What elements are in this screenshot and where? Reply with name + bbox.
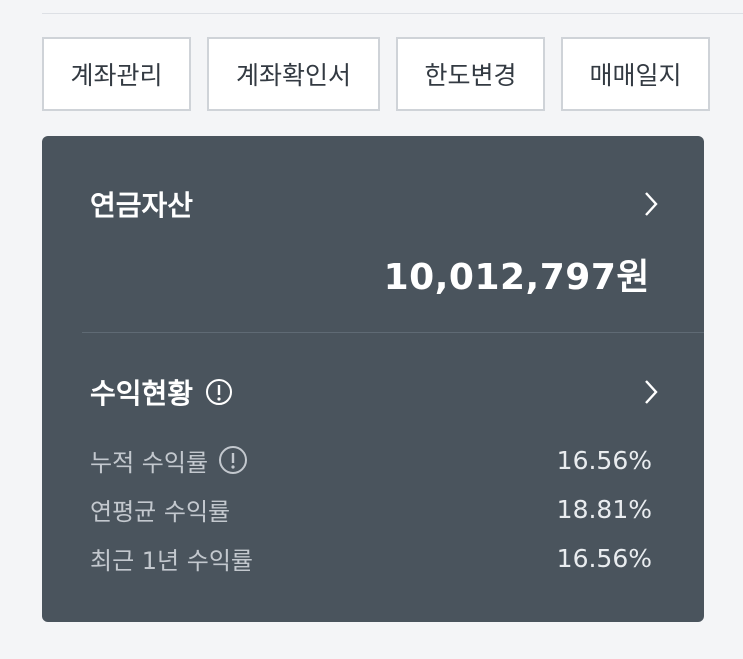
profit-status-heading: 수익현황 bbox=[90, 372, 233, 412]
profit-status-title: 수익현황 bbox=[90, 377, 194, 410]
cumulative-return-value: 16.56% bbox=[556, 445, 652, 475]
page: 계좌관리 계좌확인서 한도변경 매매일지 연금자산 10,012,797원 수익… bbox=[0, 0, 743, 659]
top-divider bbox=[42, 13, 743, 14]
recent-year-return-row: 최근 1년 수익률 16.56% bbox=[90, 540, 652, 576]
stat-label-group: 누적 수익률 bbox=[90, 443, 248, 478]
info-icon[interactable] bbox=[205, 378, 233, 406]
info-icon[interactable] bbox=[218, 445, 248, 475]
annual-average-return-row: 연평균 수익률 18.81% bbox=[90, 491, 652, 527]
recent-year-return-label: 최근 1년 수익률 bbox=[90, 546, 254, 575]
chevron-right-icon bbox=[642, 377, 660, 407]
pension-assets-link[interactable]: 연금자산 bbox=[90, 184, 660, 224]
account-manage-button[interactable]: 계좌관리 bbox=[42, 37, 191, 111]
trading-journal-button[interactable]: 매매일지 bbox=[561, 37, 710, 111]
pension-summary-card: 연금자산 10,012,797원 수익현황 누적 수익률 16.56% 연평균 … bbox=[42, 136, 704, 622]
pension-assets-title: 연금자산 bbox=[90, 189, 194, 222]
account-certificate-button[interactable]: 계좌확인서 bbox=[207, 37, 380, 111]
cumulative-return-row: 누적 수익률 16.56% bbox=[90, 442, 652, 478]
cumulative-return-label: 누적 수익률 bbox=[90, 448, 209, 477]
annual-average-return-value: 18.81% bbox=[556, 494, 652, 524]
pension-assets-amount: 10,012,797원 bbox=[383, 257, 650, 298]
profit-status-link[interactable]: 수익현황 bbox=[90, 372, 660, 412]
recent-year-return-value: 16.56% bbox=[556, 543, 652, 573]
limit-change-button[interactable]: 한도변경 bbox=[396, 37, 545, 111]
account-action-buttons: 계좌관리 계좌확인서 한도변경 매매일지 bbox=[42, 37, 710, 111]
chevron-right-icon bbox=[642, 189, 660, 219]
annual-average-return-label: 연평균 수익률 bbox=[90, 497, 231, 526]
card-divider bbox=[82, 332, 704, 333]
